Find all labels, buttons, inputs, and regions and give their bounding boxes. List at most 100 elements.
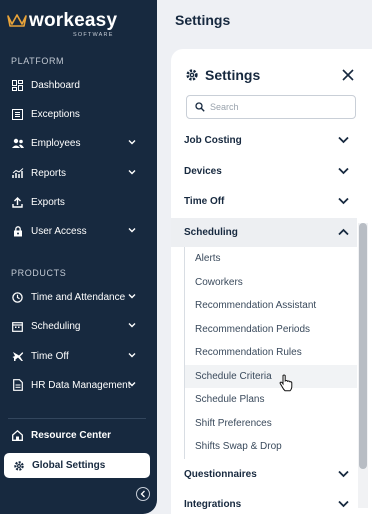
sidebar-item-dashboard[interactable]: Dashboard (0, 73, 150, 97)
submenu-item-label: Recommendation Assistant (195, 300, 317, 312)
sidebar-item-label: Global Settings (32, 460, 106, 471)
sidebar-item-user-access[interactable]: User Access (0, 219, 150, 243)
sidebar-item-reports[interactable]: Reports (0, 161, 150, 185)
chevron-down-icon (128, 353, 136, 358)
sidebar-item-time-off[interactable]: Time Off (0, 344, 150, 368)
chevron-down-icon (338, 197, 349, 205)
collapse-sidebar-button[interactable] (136, 487, 150, 501)
sidebar-item-scheduling[interactable]: Scheduling (0, 314, 150, 338)
submenu-item-shifts-swap-drop[interactable]: Shifts Swap & Drop (185, 435, 357, 459)
group-label: Questionnaires (184, 469, 257, 480)
chevron-down-icon (128, 170, 136, 175)
sidebar-item-hr-data-management[interactable]: HR Data Management (0, 373, 150, 397)
gear-icon (12, 459, 25, 472)
submenu-item-shift-preferences[interactable]: Shift Preferences (185, 412, 357, 436)
sidebar-item-employees[interactable]: Employees (0, 131, 150, 155)
submenu-item-label: Shifts Swap & Drop (195, 441, 282, 453)
submenu-item-label: Schedule Plans (195, 394, 265, 406)
scheduling-submenu: Alerts Coworkers Recommendation Assistan… (184, 247, 357, 459)
plane-icon (11, 350, 24, 363)
people-icon (11, 137, 24, 150)
group-label: Job Costing (184, 135, 242, 146)
dashboard-icon (11, 79, 24, 92)
group-job-costing[interactable]: Job Costing (171, 126, 357, 155)
document-icon (11, 379, 24, 392)
sidebar-item-label: Scheduling (31, 320, 81, 332)
submenu-item-recommendation-assistant[interactable]: Recommendation Assistant (185, 294, 357, 318)
submenu-item-coworkers[interactable]: Coworkers (185, 271, 357, 295)
search-input[interactable] (210, 102, 350, 112)
sidebar-item-label: Time and Attendance (31, 291, 126, 303)
calendar-icon (11, 320, 24, 333)
close-icon[interactable] (341, 68, 355, 82)
logo-subtitle: SOFTWARE (73, 32, 114, 38)
sidebar-item-label: Employees (31, 137, 81, 149)
submenu-item-schedule-plans[interactable]: Schedule Plans (185, 388, 357, 412)
chevron-down-icon (338, 500, 349, 508)
sidebar-item-label: Resource Center (31, 429, 112, 441)
search-box (186, 95, 356, 119)
sidebar-item-label: Time Off (31, 350, 69, 362)
submenu-item-label: Shift Preferences (195, 417, 272, 429)
group-integrations[interactable]: Integrations (171, 490, 357, 514)
upload-icon (11, 196, 24, 209)
chevron-down-icon (128, 382, 136, 387)
sidebar-item-label: HR Data Management (31, 379, 131, 391)
sidebar-item-exceptions[interactable]: Exceptions (0, 102, 150, 126)
sidebar-divider (8, 418, 146, 419)
search-icon (195, 102, 205, 112)
chevron-down-icon (128, 294, 136, 299)
chevron-left-icon (140, 490, 145, 498)
group-scheduling[interactable]: Scheduling (171, 218, 357, 247)
chevron-down-icon (338, 470, 349, 478)
group-label: Devices (184, 166, 222, 177)
submenu-item-label: Schedule Criteria (195, 370, 272, 382)
sidebar-item-label: User Access (31, 225, 87, 237)
sidebar-item-time-and-attendance[interactable]: Time and Attendance (0, 285, 150, 309)
sidebar-item-label: Dashboard (31, 79, 80, 91)
submenu-item-label: Coworkers (195, 276, 243, 288)
chevron-down-icon (338, 136, 349, 144)
chevron-down-icon (338, 167, 349, 175)
sidebar-item-label: Exceptions (31, 108, 80, 120)
submenu-item-alerts[interactable]: Alerts (185, 247, 357, 271)
workeasy-logo[interactable]: workeasy SOFTWARE (7, 10, 127, 38)
submenu-item-recommendation-rules[interactable]: Recommendation Rules (185, 341, 357, 365)
group-questionnaires[interactable]: Questionnaires (171, 460, 357, 489)
chevron-up-icon (338, 228, 349, 236)
sidebar-item-resource-center[interactable]: Resource Center (0, 423, 150, 447)
gear-icon (186, 69, 198, 81)
chevron-down-icon (128, 228, 136, 233)
chevron-down-icon (128, 140, 136, 145)
logo-wordmark: workeasy (29, 10, 118, 31)
sidebar-item-label: Reports (31, 167, 67, 179)
panel-title: Settings (205, 67, 261, 83)
home-icon (11, 429, 24, 442)
group-label: Integrations (184, 499, 242, 510)
clock-icon (11, 291, 24, 304)
list-icon (11, 108, 24, 121)
submenu-item-recommendation-periods[interactable]: Recommendation Periods (185, 318, 357, 342)
submenu-item-label: Recommendation Rules (195, 347, 302, 359)
sidebar-item-global-settings[interactable]: Global Settings (4, 453, 150, 478)
panel-header: Settings (185, 67, 260, 83)
sidebar-item-label: Exports (31, 196, 65, 208)
group-label: Time Off (184, 196, 225, 207)
crown-icon (7, 14, 27, 27)
sidebar: workeasy SOFTWARE PLATFORM Dashboard Exc… (0, 0, 157, 514)
chevron-down-icon (128, 323, 136, 328)
submenu-item-label: Recommendation Periods (195, 323, 311, 335)
scrollbar-thumb[interactable] (359, 223, 367, 469)
sidebar-item-exports[interactable]: Exports (0, 190, 150, 214)
submenu-item-schedule-criteria[interactable]: Schedule Criteria (185, 364, 357, 388)
page-title: Settings (175, 12, 231, 28)
group-label: Scheduling (184, 227, 238, 238)
submenu-item-label: Alerts (195, 253, 221, 265)
products-section-label: PRODUCTS (11, 268, 67, 278)
group-devices[interactable]: Devices (171, 157, 357, 186)
hand-cursor-icon (279, 374, 293, 392)
lock-icon (11, 225, 24, 238)
chart-icon (11, 167, 24, 180)
platform-section-label: PLATFORM (11, 56, 65, 66)
group-time-off[interactable]: Time Off (171, 187, 357, 216)
